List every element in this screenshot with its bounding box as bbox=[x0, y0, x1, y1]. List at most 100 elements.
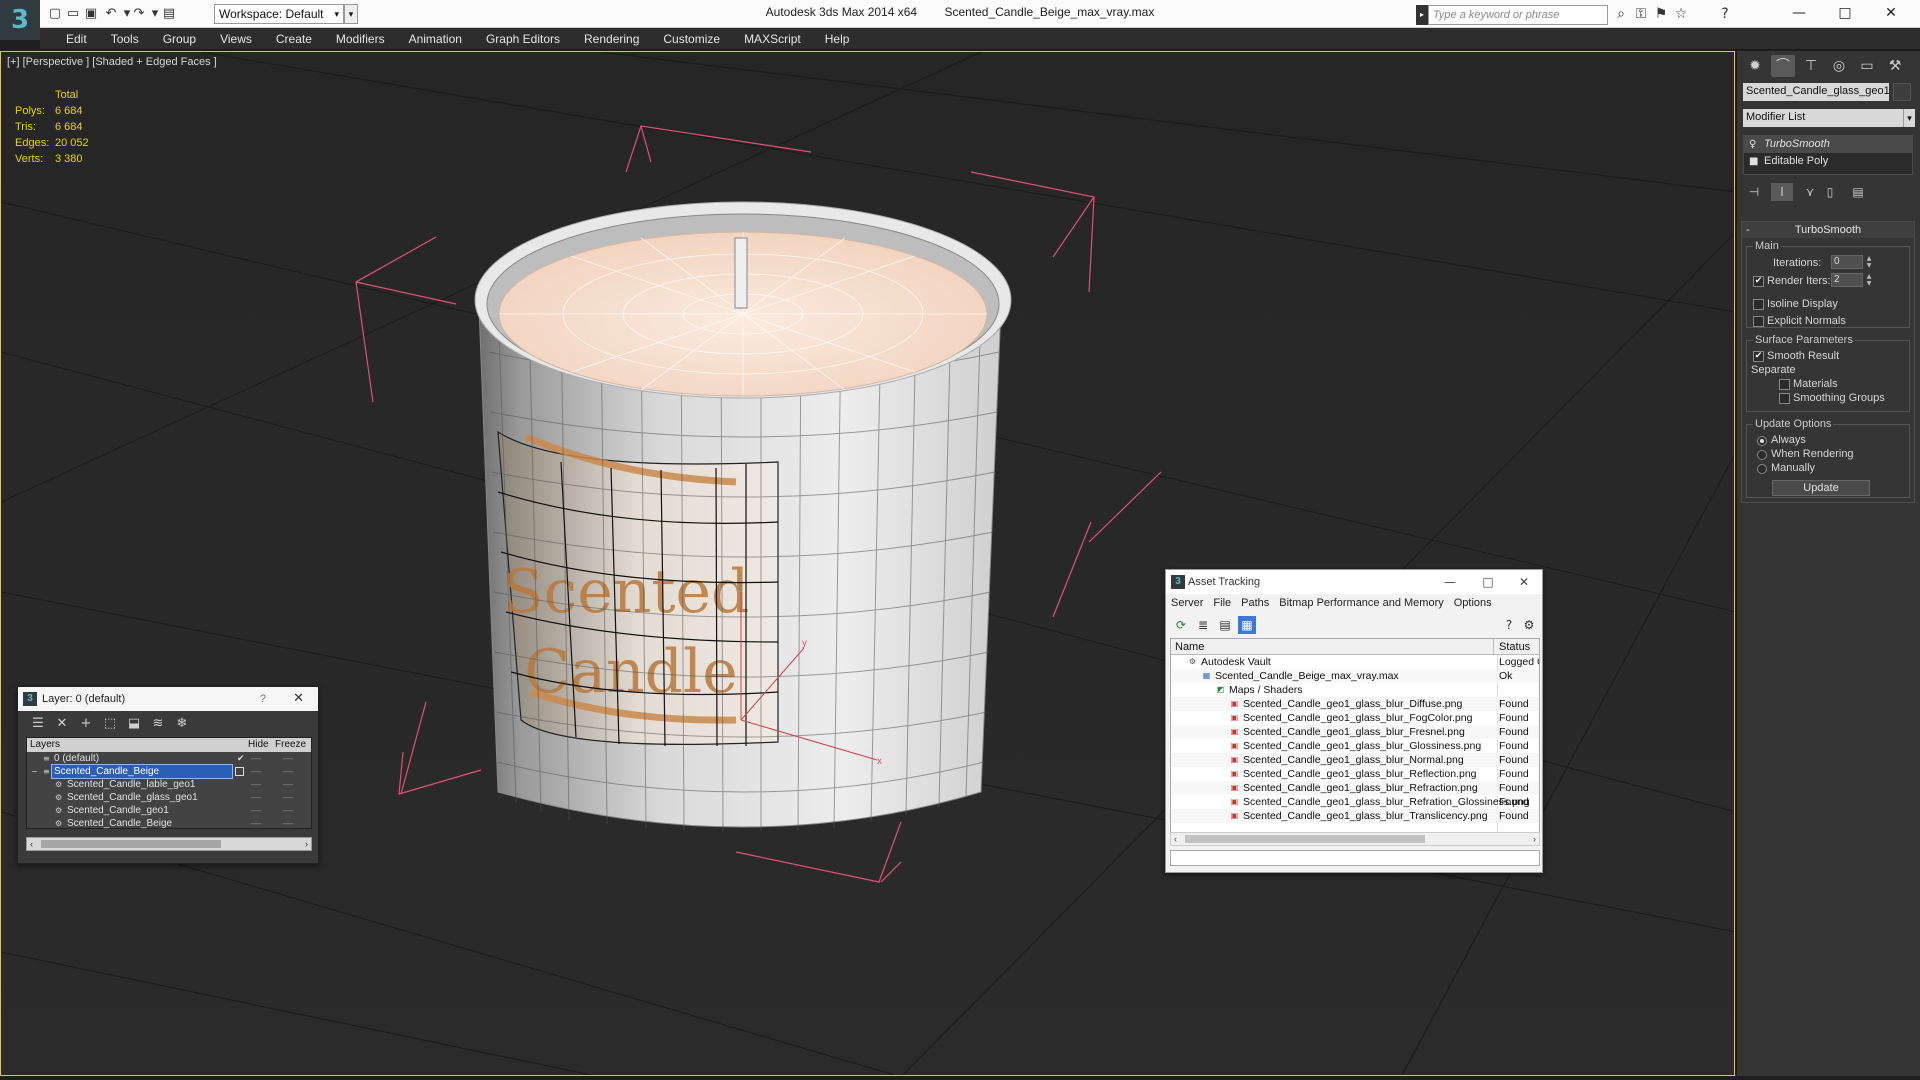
asset-dialog-titlebar[interactable]: 3 Asset Tracking — □ ✕ bbox=[1166, 570, 1542, 594]
asset-path-field[interactable] bbox=[1170, 850, 1540, 866]
hide-toggle[interactable]: –– bbox=[251, 791, 261, 804]
explicit-normals-checkbox[interactable] bbox=[1753, 316, 1764, 327]
column-layers[interactable]: Layers bbox=[30, 738, 60, 752]
hide-toggle[interactable]: –– bbox=[251, 752, 261, 765]
menu-create[interactable]: Create bbox=[264, 28, 324, 50]
select-objects-icon[interactable]: ⬚ bbox=[100, 715, 120, 733]
perspective-viewport[interactable]: Scented Candle x y z [+] [Perspective] … bbox=[0, 51, 1735, 1076]
new-file-icon[interactable]: ▢ bbox=[46, 6, 64, 22]
asset-row[interactable]: ▣ Scented_Candle_geo1_glass_blur_Glossin… bbox=[1171, 739, 1539, 753]
candle-wick[interactable] bbox=[734, 237, 748, 309]
smoothing-groups-checkbox[interactable] bbox=[1779, 393, 1790, 404]
hide-toggle[interactable]: –– bbox=[251, 817, 261, 830]
viewport-label[interactable]: [+] [Perspective ] [Shaded + Edged Faces… bbox=[7, 56, 217, 68]
spinner-arrows-icon[interactable]: ▲ ▼ bbox=[1865, 273, 1873, 287]
workspace-select[interactable]: Workspace: Default ▾ bbox=[214, 4, 344, 24]
smooth-result-checkbox[interactable]: ✔ bbox=[1753, 351, 1764, 362]
iterations-spinner[interactable]: 0 bbox=[1831, 255, 1863, 269]
maximize-icon[interactable]: □ bbox=[1470, 570, 1506, 594]
make-unique-icon[interactable]: ⋎ bbox=[1799, 183, 1821, 201]
save-file-icon[interactable]: ▣ bbox=[82, 6, 100, 22]
scene-canvas[interactable]: Scented Candle x y z bbox=[1, 52, 1735, 1076]
asset-row[interactable]: ▣ Scented_Candle_geo1_glass_blur_Transli… bbox=[1171, 809, 1539, 823]
subscription-icon[interactable]: ⚿ bbox=[1632, 6, 1650, 22]
communication-icon[interactable]: ⚑ bbox=[1652, 6, 1670, 22]
list-view-icon[interactable]: ≣ bbox=[1194, 616, 1212, 634]
hide-all-icon[interactable]: ≋ bbox=[148, 715, 168, 733]
project-folder-icon[interactable]: ▤ bbox=[160, 6, 178, 22]
asset-menu-server[interactable]: Server bbox=[1166, 594, 1208, 612]
close-icon[interactable]: ✕ bbox=[1506, 570, 1542, 594]
menu-tools[interactable]: Tools bbox=[99, 28, 151, 50]
scrollbar-thumb[interactable] bbox=[41, 840, 221, 848]
tree-view-icon[interactable]: ▤ bbox=[1216, 616, 1234, 634]
column-status[interactable]: Status bbox=[1499, 639, 1530, 655]
current-layer-box[interactable] bbox=[235, 767, 244, 776]
show-end-result-icon[interactable]: I bbox=[1771, 183, 1793, 201]
candle-jar[interactable]: Scented Candle bbox=[474, 201, 1012, 832]
asset-row[interactable]: ▦ Scented_Candle_Beige_max_vray.max Ok bbox=[1171, 669, 1539, 683]
utilities-tab-icon[interactable]: ⚒ bbox=[1883, 55, 1907, 77]
favorites-star-icon[interactable]: ☆ bbox=[1672, 6, 1690, 22]
update-button[interactable]: Update bbox=[1772, 480, 1870, 496]
menu-graph-editors[interactable]: Graph Editors bbox=[474, 28, 572, 50]
minimize-icon[interactable]: — bbox=[1432, 570, 1468, 594]
update-when-rendering-radio[interactable] bbox=[1757, 450, 1767, 460]
object-color-swatch[interactable] bbox=[1893, 83, 1911, 101]
column-freeze[interactable]: Freeze bbox=[275, 738, 306, 752]
layer-row[interactable]: − ≡ Scented_Candle_Beige –– –– bbox=[27, 764, 311, 779]
scroll-right-icon[interactable]: › bbox=[305, 838, 308, 850]
menu-views[interactable]: Views bbox=[208, 28, 264, 50]
scroll-right-icon[interactable]: › bbox=[1533, 833, 1536, 845]
asset-row[interactable]: ▣ Scented_Candle_geo1_glass_blur_Refrati… bbox=[1171, 795, 1539, 809]
delete-layer-icon[interactable]: ✕ bbox=[52, 715, 72, 733]
search-expand-icon[interactable]: ▸ bbox=[1416, 5, 1428, 25]
open-file-icon[interactable]: ▭ bbox=[64, 6, 82, 22]
materials-checkbox[interactable] bbox=[1779, 379, 1790, 390]
asset-row[interactable]: ▣ Scented_Candle_geo1_glass_blur_Normal.… bbox=[1171, 753, 1539, 767]
add-to-layer-icon[interactable]: + bbox=[76, 715, 96, 733]
display-tab-icon[interactable]: ▭ bbox=[1855, 55, 1879, 77]
menu-rendering[interactable]: Rendering bbox=[572, 28, 651, 50]
asset-row[interactable]: ▣ Scented_Candle_geo1_glass_blur_FogColo… bbox=[1171, 711, 1539, 725]
scroll-left-icon[interactable]: ‹ bbox=[1174, 833, 1177, 845]
menu-animation[interactable]: Animation bbox=[397, 28, 474, 50]
menu-maxscript[interactable]: MAXScript bbox=[732, 28, 813, 50]
close-icon[interactable]: ✕ bbox=[293, 687, 304, 711]
motion-tab-icon[interactable]: ◎ bbox=[1827, 55, 1851, 77]
binoculars-icon[interactable]: ⌕ bbox=[1612, 6, 1630, 22]
modify-tab-icon[interactable]: ⌒ bbox=[1771, 55, 1795, 77]
layer-row[interactable]: ⚙ Scented_Candle_lable_geo1 –– –– bbox=[27, 778, 311, 791]
layer-row[interactable]: ⚙ Scented_Candle_Beige –– –– bbox=[27, 817, 311, 830]
freeze-toggle[interactable]: –– bbox=[283, 817, 293, 830]
freeze-toggle[interactable]: –– bbox=[283, 778, 293, 791]
lightbulb-icon[interactable]: ♀ bbox=[1749, 136, 1756, 153]
hierarchy-tab-icon[interactable]: ⊤ bbox=[1799, 55, 1823, 77]
chevron-down-icon[interactable]: ▾ bbox=[1903, 109, 1915, 127]
configure-sets-icon[interactable]: ▤ bbox=[1847, 183, 1869, 201]
settings-icon[interactable]: ⚙ bbox=[1520, 616, 1538, 634]
help-button[interactable]: ? bbox=[260, 687, 266, 711]
create-tab-icon[interactable]: ✹ bbox=[1743, 55, 1767, 77]
asset-horizontal-scrollbar[interactable]: ‹ › bbox=[1170, 832, 1540, 846]
asset-row[interactable]: ◩ Maps / Shaders bbox=[1171, 683, 1539, 697]
render-iters-checkbox[interactable]: ✔ bbox=[1753, 276, 1764, 287]
render-iters-spinner[interactable]: 2 bbox=[1831, 273, 1863, 287]
freeze-all-icon[interactable]: ❄ bbox=[172, 715, 192, 733]
layer-dialog-titlebar[interactable]: 3 Layer: 0 (default) ? ✕ bbox=[18, 687, 318, 711]
menu-customize[interactable]: Customize bbox=[651, 28, 732, 50]
asset-row[interactable]: ▣ Scented_Candle_geo1_glass_blur_Refract… bbox=[1171, 781, 1539, 795]
remove-modifier-icon[interactable]: ▯ bbox=[1819, 183, 1841, 201]
asset-menu-paths[interactable]: Paths bbox=[1236, 594, 1274, 612]
help-icon[interactable]: ? bbox=[1716, 6, 1734, 22]
asset-menu-file[interactable]: File bbox=[1208, 594, 1236, 612]
layer-horizontal-scrollbar[interactable]: ‹ › bbox=[26, 837, 312, 851]
update-manually-radio[interactable] bbox=[1757, 464, 1767, 474]
active-layer-check-icon[interactable]: ✔ bbox=[237, 752, 245, 765]
highlight-selected-icon[interactable]: ⬓ bbox=[124, 715, 144, 733]
column-name[interactable]: Name bbox=[1175, 639, 1204, 655]
freeze-toggle[interactable]: –– bbox=[283, 752, 293, 765]
scroll-left-icon[interactable]: ‹ bbox=[30, 838, 33, 850]
layer-row[interactable]: ≡ 0 (default) ✔ –– –– bbox=[27, 752, 311, 765]
freeze-toggle[interactable]: –– bbox=[283, 804, 293, 817]
